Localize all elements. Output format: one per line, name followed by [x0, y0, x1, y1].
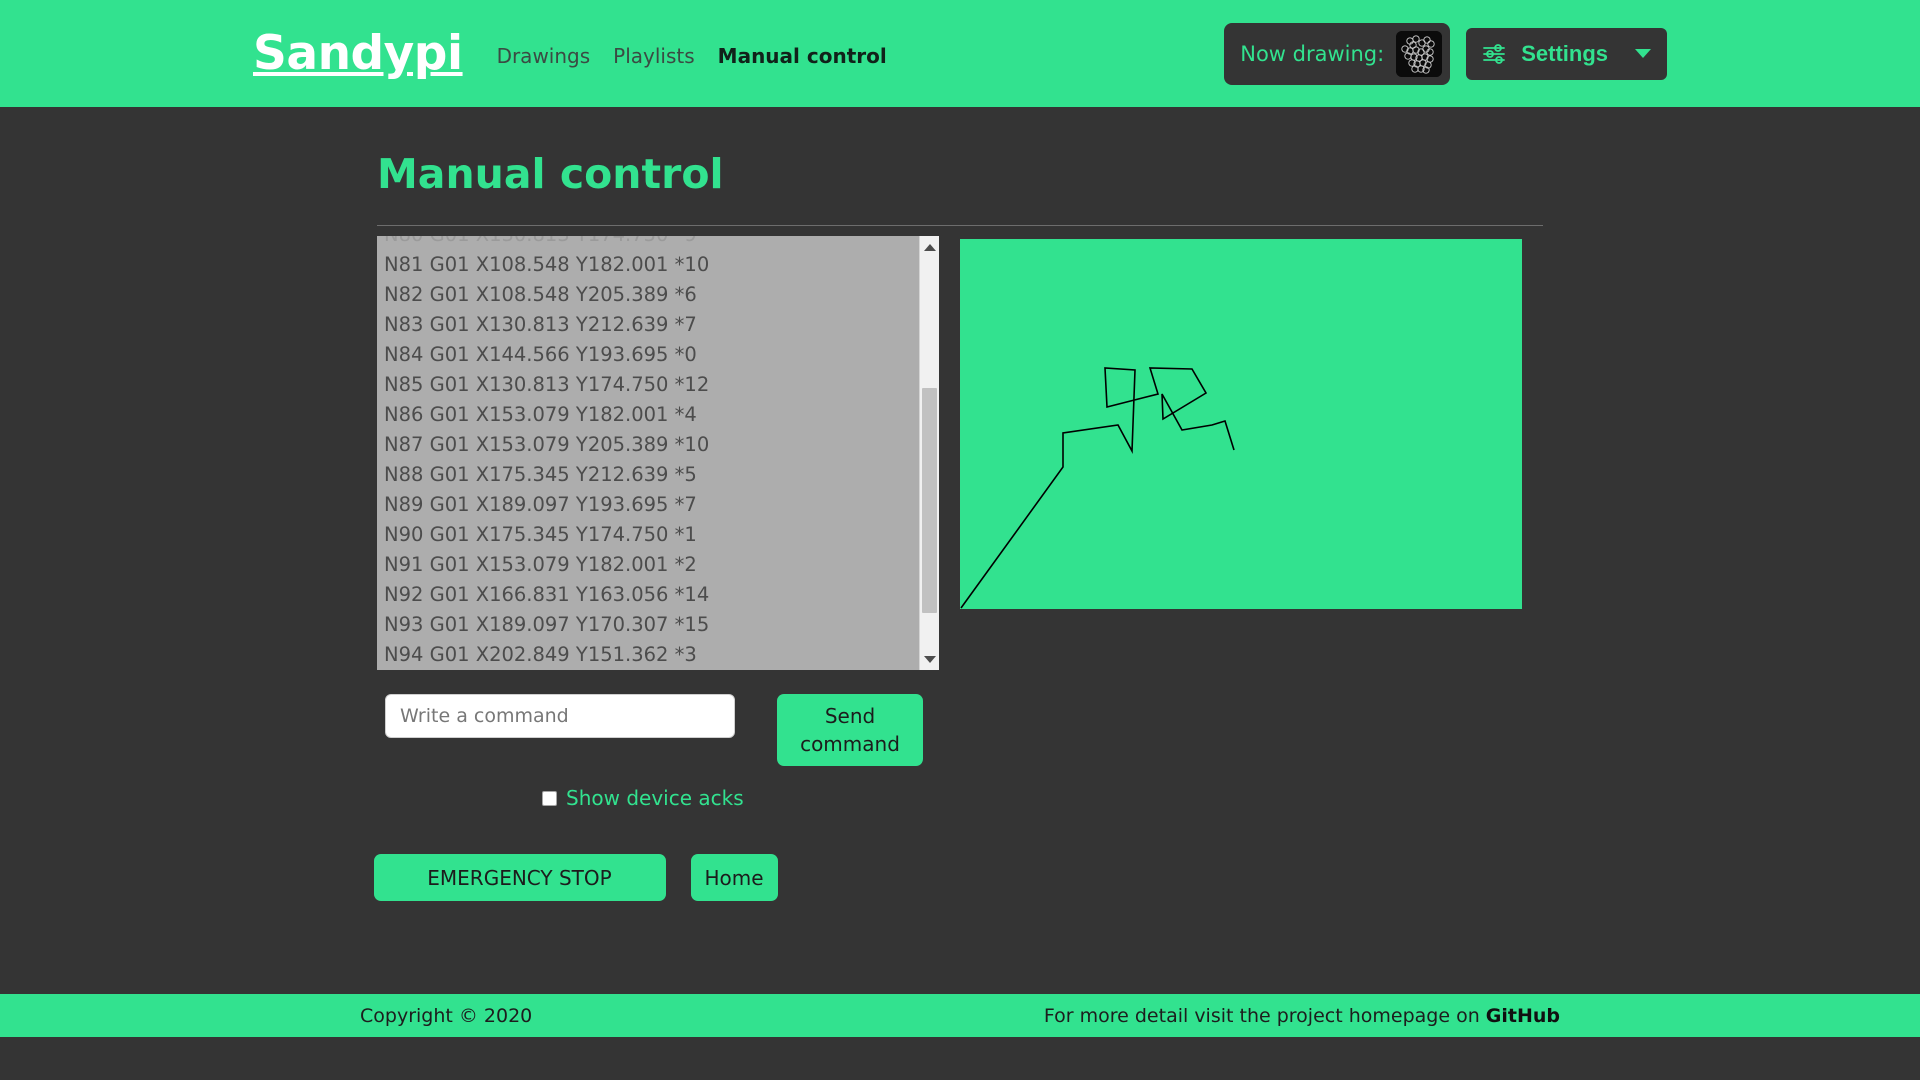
- footer: Copyright © 2020 For more detail visit t…: [0, 994, 1920, 1037]
- machine-controls-row: EMERGENCY STOP Home: [212, 854, 939, 901]
- nav-link-playlists[interactable]: Playlists: [613, 44, 695, 68]
- gcode-line: N81 G01 X108.548 Y182.001 *10: [384, 250, 919, 280]
- gcode-line: N90 G01 X175.345 Y174.750 *1: [384, 520, 919, 550]
- gcode-line: N88 G01 X175.345 Y212.639 *5: [384, 460, 919, 490]
- console-column: N80 G01 X130.813 Y174.750 *9 N81 G01 X10…: [377, 236, 939, 901]
- footer-copyright: Copyright © 2020: [360, 1005, 532, 1027]
- sliders-icon: [1482, 43, 1508, 65]
- console-scrollbar[interactable]: [919, 236, 939, 670]
- page-title: Manual control: [377, 150, 1543, 199]
- caret-down-icon[interactable]: [1635, 49, 1651, 58]
- gcode-line: N91 G01 X153.079 Y182.001 *2: [384, 550, 919, 580]
- home-button[interactable]: Home: [691, 854, 778, 901]
- footer-project-link-text: For more detail visit the project homepa…: [1044, 1005, 1560, 1027]
- now-drawing-badge[interactable]: Now drawing:: [1224, 23, 1450, 85]
- gcode-line: N92 G01 X166.831 Y163.056 *14: [384, 580, 919, 610]
- gcode-line: N82 G01 X108.548 Y205.389 *6: [384, 280, 919, 310]
- scrollbar-thumb[interactable]: [922, 388, 937, 613]
- manual-control-row: N80 G01 X130.813 Y174.750 *9 N81 G01 X10…: [377, 236, 1543, 901]
- settings-button[interactable]: Settings: [1466, 28, 1667, 80]
- navbar: Sandypi Drawings Playlists Manual contro…: [0, 0, 1920, 107]
- command-row: Send command: [377, 694, 939, 766]
- scroll-up-arrow-icon[interactable]: [920, 238, 939, 256]
- gcode-line: N89 G01 X189.097 Y193.695 *7: [384, 490, 919, 520]
- gcode-line: N83 G01 X130.813 Y212.639 *7: [384, 310, 919, 340]
- scroll-down-arrow-icon[interactable]: [920, 650, 939, 668]
- main-nav: Drawings Playlists Manual control: [497, 44, 887, 68]
- settings-label: Settings: [1521, 41, 1608, 67]
- footer-detail-text: For more detail visit the project homepa…: [1044, 1005, 1486, 1027]
- gcode-line: N93 G01 X189.097 Y170.307 *15: [384, 610, 919, 640]
- gcode-console[interactable]: N80 G01 X130.813 Y174.750 *9 N81 G01 X10…: [377, 236, 939, 670]
- show-device-acks-checkbox[interactable]: [542, 791, 557, 806]
- send-command-button[interactable]: Send command: [777, 694, 923, 766]
- navbar-right: Now drawing:: [1224, 0, 1667, 107]
- nav-link-drawings[interactable]: Drawings: [497, 44, 591, 68]
- command-input[interactable]: [385, 694, 735, 738]
- title-divider: [377, 225, 1543, 226]
- gcode-console-lines: N80 G01 X130.813 Y174.750 *9 N81 G01 X10…: [377, 236, 919, 670]
- brand-logo[interactable]: Sandypi: [253, 30, 463, 77]
- gcode-line: N86 G01 X153.079 Y182.001 *4: [384, 400, 919, 430]
- hexagon-cluster-thumbnail[interactable]: [1396, 31, 1442, 77]
- show-device-acks-row: Show device acks: [377, 786, 939, 810]
- emergency-stop-button[interactable]: EMERGENCY STOP: [374, 854, 666, 901]
- gcode-line: N84 G01 X144.566 Y193.695 *0: [384, 340, 919, 370]
- gcode-line-clipped: N80 G01 X130.813 Y174.750 *9: [384, 236, 919, 250]
- gcode-line: N94 G01 X202.849 Y151.362 *3: [384, 640, 919, 670]
- main-content: Manual control N80 G01 X130.813 Y174.750…: [0, 107, 1920, 1037]
- now-drawing-label: Now drawing:: [1240, 42, 1384, 66]
- github-link[interactable]: GitHub: [1486, 1005, 1560, 1027]
- preview-column: [939, 236, 1543, 609]
- gcode-line: N87 G01 X153.079 Y205.389 *10: [384, 430, 919, 460]
- gcode-line: N85 G01 X130.813 Y174.750 *12: [384, 370, 919, 400]
- show-device-acks-label[interactable]: Show device acks: [566, 786, 744, 810]
- footer-inner: Copyright © 2020 For more detail visit t…: [360, 1005, 1560, 1027]
- content-container: Manual control N80 G01 X130.813 Y174.750…: [377, 107, 1543, 901]
- drawing-preview[interactable]: [960, 239, 1522, 609]
- nav-link-manual-control[interactable]: Manual control: [718, 44, 887, 68]
